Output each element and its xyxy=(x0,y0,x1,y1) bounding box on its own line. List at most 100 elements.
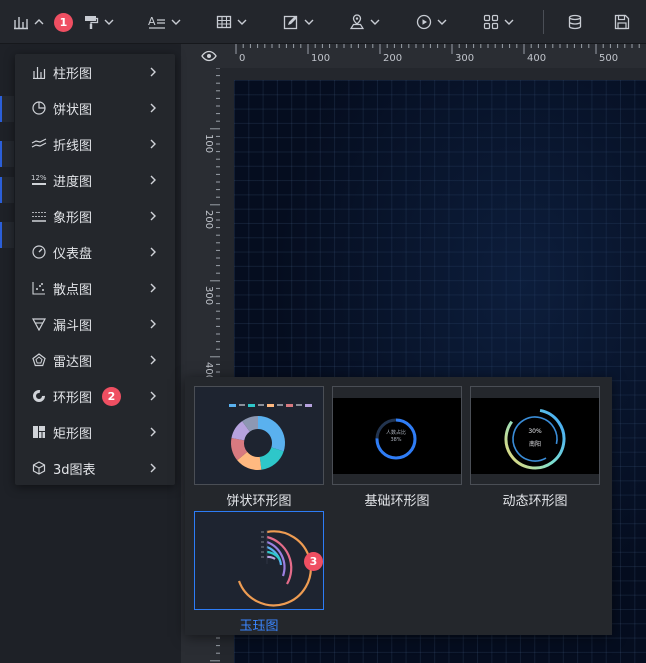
chart-menu-button[interactable] xyxy=(13,11,45,33)
funnel-icon xyxy=(31,316,47,332)
paint-roller-icon xyxy=(83,14,99,30)
template-thumbnail: 30% 南阳 xyxy=(470,386,600,485)
ruler-tick-label: 300 xyxy=(203,286,214,306)
dynamic-ring-preview xyxy=(504,408,566,470)
menu-item-label: 漏斗图 xyxy=(53,318,93,334)
text-menu-button[interactable]: A xyxy=(148,11,182,33)
template-thumbnail: 3 xyxy=(194,511,324,610)
eye-icon xyxy=(201,47,217,66)
bar-chart-icon xyxy=(13,14,29,30)
progress-icon: 12% xyxy=(31,172,47,188)
menu-item-label: 散点图 xyxy=(53,282,93,298)
text-format-icon: A xyxy=(148,14,166,30)
template-label: 基础环形图 xyxy=(364,494,430,509)
jade-arc xyxy=(266,555,276,560)
top-toolbar: 1 A xyxy=(0,0,646,44)
ruler-tick-label: 500 xyxy=(599,53,619,64)
menu-item-gauge[interactable]: 仪表盘 xyxy=(15,234,175,270)
chevron-right-icon xyxy=(148,138,158,154)
menu-item-label: 象形图 xyxy=(53,210,93,226)
menu-item-bar[interactable]: 柱形图 xyxy=(15,54,175,90)
ruler-tick-label: 200 xyxy=(203,210,214,230)
template-card-basic-ring[interactable]: 人数占比 38% 基础环形图 xyxy=(332,386,462,509)
preview-center-text: 人数占比 xyxy=(385,430,406,436)
jade-arc-outer xyxy=(237,530,312,607)
grid-apps-icon xyxy=(483,14,499,30)
menu-item-progress[interactable]: 12% 进度图 xyxy=(15,162,175,198)
widgets-menu-button[interactable] xyxy=(483,11,515,33)
chevron-right-icon xyxy=(148,66,158,82)
pie-ring-preview xyxy=(229,404,312,470)
treemap-icon xyxy=(31,424,47,440)
gauge-icon xyxy=(31,244,47,260)
menu-item-radar[interactable]: 雷达图 xyxy=(15,342,175,378)
menu-item-label: 进度图 xyxy=(53,174,93,190)
play-circle-icon xyxy=(416,14,432,30)
preview-center-value: 30% xyxy=(528,428,542,435)
chevron-up-icon xyxy=(33,16,45,28)
template-card-pie-ring[interactable]: 饼状环形图 xyxy=(194,386,324,509)
layer-item[interactable] xyxy=(0,141,14,167)
layer-item[interactable] xyxy=(0,177,14,203)
menu-item-ring[interactable]: 环形图 2 xyxy=(15,378,175,414)
database-button[interactable] xyxy=(567,11,583,33)
chevron-down-icon xyxy=(170,16,182,28)
chevron-down-icon xyxy=(369,16,381,28)
horizontal-ruler: 0 100 200 300 400 500 xyxy=(220,44,646,68)
map-menu-button[interactable] xyxy=(349,11,381,33)
bar-chart-icon xyxy=(31,64,47,80)
step-badge-3: 3 xyxy=(304,552,323,571)
save-icon xyxy=(614,14,630,30)
preview-legend xyxy=(229,404,312,407)
line-chart-icon xyxy=(31,136,47,152)
menu-item-3d[interactable]: 3d图表 xyxy=(15,450,175,486)
chevron-down-icon xyxy=(503,16,515,28)
ring-chart-submenu: 饼状环形图 人数占比 38% 基础环形图 30% 南阳 动态环形图 3 玉珏图 xyxy=(185,377,612,635)
canvas-margin-top xyxy=(220,68,646,80)
template-card-jade-ring[interactable]: 3 玉珏图 xyxy=(194,511,324,634)
ring-chart-icon xyxy=(31,388,47,404)
toolbar-separator xyxy=(543,10,544,34)
template-thumbnail: 人数占比 38% xyxy=(332,386,462,485)
menu-item-label: 矩形图 xyxy=(53,426,93,442)
ruler-tick-label: 300 xyxy=(455,53,475,64)
chevron-down-icon xyxy=(303,16,315,28)
template-label: 饼状环形图 xyxy=(226,494,292,509)
layer-item[interactable] xyxy=(0,222,14,248)
step-badge-2: 2 xyxy=(102,387,121,406)
svg-text:12%: 12% xyxy=(31,174,47,182)
table-menu-button[interactable] xyxy=(216,11,248,33)
chevron-right-icon xyxy=(148,390,158,406)
step-badge-1: 1 xyxy=(54,13,73,32)
map-pin-icon xyxy=(349,14,365,30)
editor-root: 1 A 0 100 200 300 400 500 100 200 300 40… xyxy=(0,0,646,663)
chevron-right-icon xyxy=(148,462,158,478)
chevron-right-icon xyxy=(148,246,158,262)
chevron-down-icon xyxy=(103,16,115,28)
ruler-toggle-button[interactable] xyxy=(198,44,220,68)
menu-item-label: 环形图 xyxy=(53,390,93,406)
chevron-right-icon xyxy=(148,354,158,370)
menu-item-pictorial[interactable]: 象形图 xyxy=(15,198,175,234)
chevron-right-icon xyxy=(148,210,158,226)
preview-center-text: 南阳 xyxy=(528,441,541,448)
template-label: 玉珏图 xyxy=(239,619,279,634)
menu-item-scatter[interactable]: 散点图 xyxy=(15,270,175,306)
layer-item[interactable] xyxy=(0,96,14,122)
chevron-right-icon xyxy=(148,426,158,442)
chevron-right-icon xyxy=(148,282,158,298)
template-card-dynamic-ring[interactable]: 30% 南阳 动态环形图 xyxy=(470,386,600,509)
radar-icon xyxy=(31,352,47,368)
menu-item-pie[interactable]: 饼状图 xyxy=(15,90,175,126)
menu-item-funnel[interactable]: 漏斗图 xyxy=(15,306,175,342)
ruler-tick-label: 200 xyxy=(383,53,403,64)
menu-item-treemap[interactable]: 矩形图 xyxy=(15,414,175,450)
table-icon xyxy=(216,14,232,30)
media-menu-button[interactable] xyxy=(416,11,448,33)
save-button[interactable] xyxy=(614,11,630,33)
chevron-right-icon xyxy=(148,174,158,190)
style-menu-button[interactable] xyxy=(83,11,115,33)
menu-item-line[interactable]: 折线图 xyxy=(15,126,175,162)
menu-item-label: 折线图 xyxy=(53,138,93,154)
edit-menu-button[interactable] xyxy=(283,11,315,33)
